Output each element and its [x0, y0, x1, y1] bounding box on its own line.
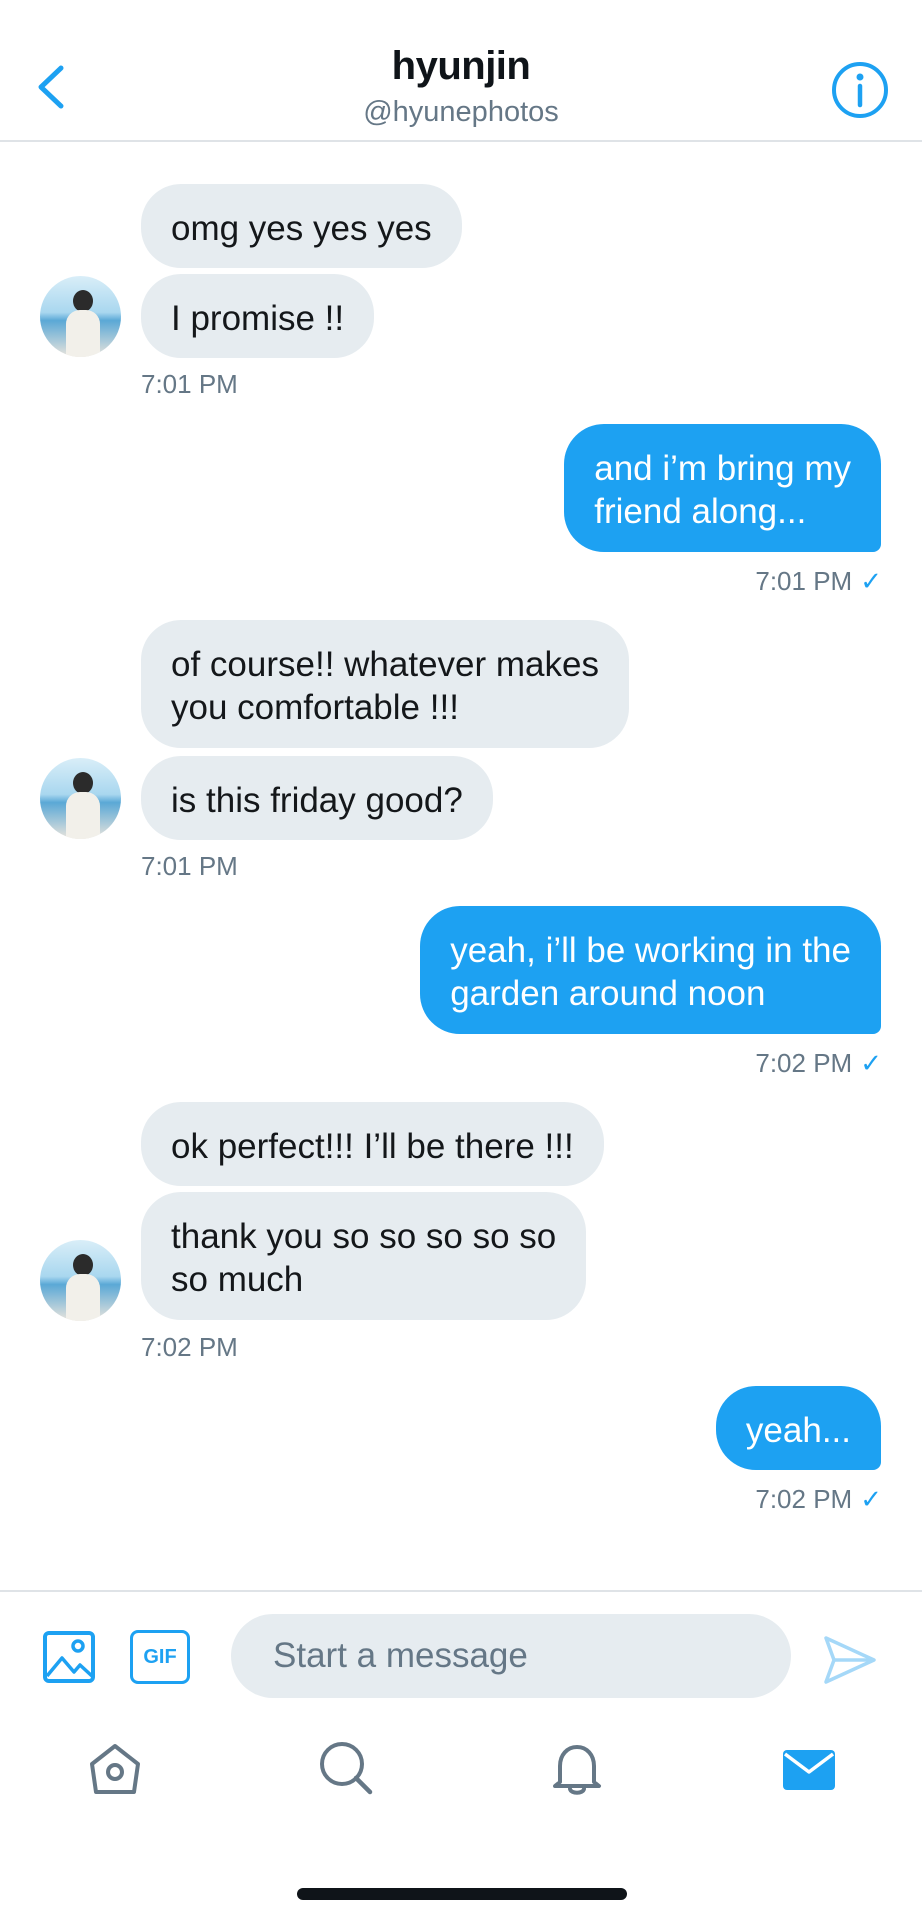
message-bubble-outgoing[interactable]: yeah...: [715, 1386, 881, 1470]
conversation-header: hyunjin @hyunephotos: [0, 0, 922, 142]
message-input[interactable]: Start a message: [231, 1614, 791, 1698]
bell-icon: [553, 1745, 601, 1795]
message-thread[interactable]: omg yes yes yes I promise !! 7:01 PM and…: [0, 144, 922, 1588]
message-bubble-incoming[interactable]: thank you so so so so so so much: [141, 1192, 587, 1320]
add-gif-button[interactable]: GIF: [130, 1630, 190, 1684]
message-timestamp: 7:01 PM ✓: [755, 566, 882, 596]
tab-search[interactable]: [316, 1738, 378, 1800]
message-bubble-outgoing[interactable]: and i’m bring my friend along...: [564, 424, 881, 552]
contact-name[interactable]: hyunjin: [0, 44, 922, 89]
conversation-info-button[interactable]: [830, 60, 890, 120]
send-icon: [824, 1636, 876, 1684]
message-timestamp: 7:02 PM: [141, 1332, 238, 1362]
avatar[interactable]: [40, 758, 121, 839]
search-icon: [320, 1742, 373, 1795]
message-timestamp: 7:01 PM: [141, 851, 238, 881]
tab-home[interactable]: [84, 1738, 146, 1800]
message-composer: GIF Start a message: [0, 1590, 922, 1710]
message-bubble-outgoing[interactable]: yeah, i’ll be working in the garden arou…: [420, 906, 881, 1034]
message-bubble-incoming[interactable]: is this friday good?: [141, 756, 493, 840]
tab-messages[interactable]: [778, 1738, 840, 1800]
tab-notifications[interactable]: [546, 1738, 608, 1800]
mail-icon: [783, 1750, 835, 1790]
send-button[interactable]: [822, 1632, 878, 1688]
contact-handle[interactable]: @hyunephotos: [0, 96, 922, 129]
avatar[interactable]: [40, 276, 121, 357]
message-timestamp: 7:01 PM: [141, 369, 238, 399]
add-photo-button[interactable]: [42, 1630, 96, 1684]
home-indicator[interactable]: [297, 1888, 627, 1900]
avatar[interactable]: [40, 1240, 121, 1321]
message-timestamp: 7:02 PM ✓: [755, 1484, 882, 1514]
read-check-icon: ✓: [860, 1484, 882, 1514]
read-check-icon: ✓: [860, 1048, 882, 1078]
message-bubble-incoming[interactable]: of course!! whatever makes you comfortab…: [141, 620, 629, 748]
message-bubble-incoming[interactable]: ok perfect!!! I’ll be there !!!: [141, 1102, 604, 1186]
message-bubble-incoming[interactable]: omg yes yes yes: [141, 184, 462, 268]
read-check-icon: ✓: [860, 566, 882, 596]
message-timestamp: 7:02 PM ✓: [755, 1048, 882, 1078]
bottom-tab-bar: [0, 1710, 922, 1840]
image-icon: [43, 1631, 95, 1683]
info-icon: [832, 62, 888, 118]
home-icon: [90, 1744, 140, 1794]
message-bubble-incoming[interactable]: I promise !!: [141, 274, 375, 358]
